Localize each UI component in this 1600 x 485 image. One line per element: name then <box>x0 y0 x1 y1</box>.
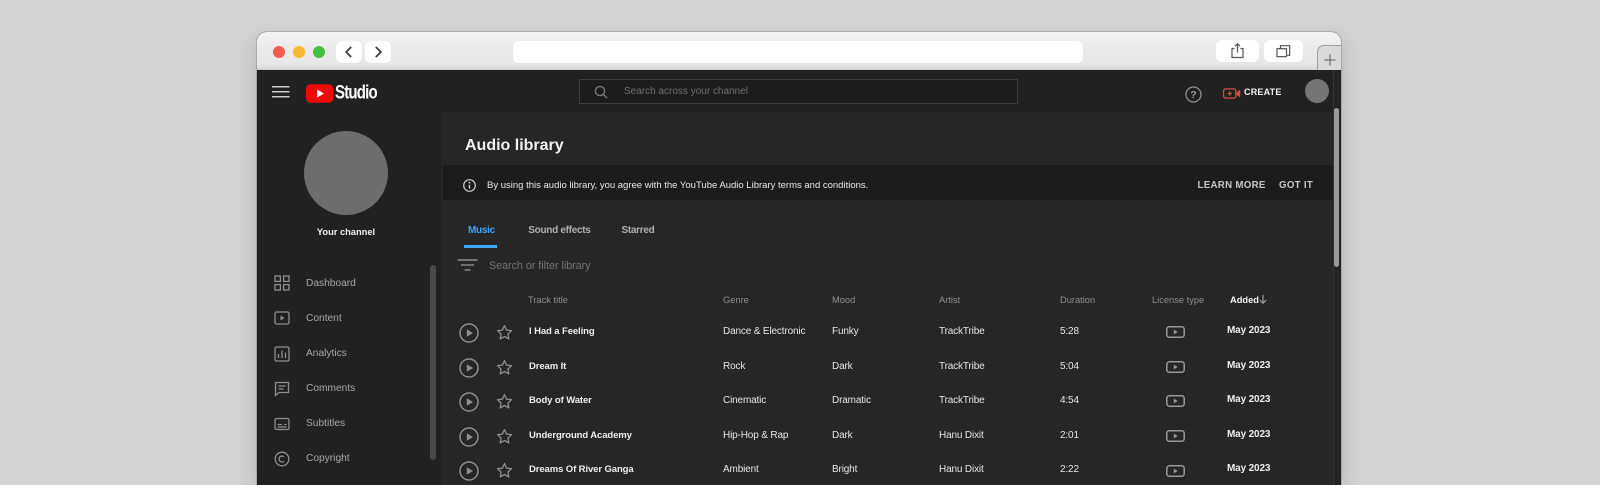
svg-text:?: ? <box>1190 89 1196 101</box>
